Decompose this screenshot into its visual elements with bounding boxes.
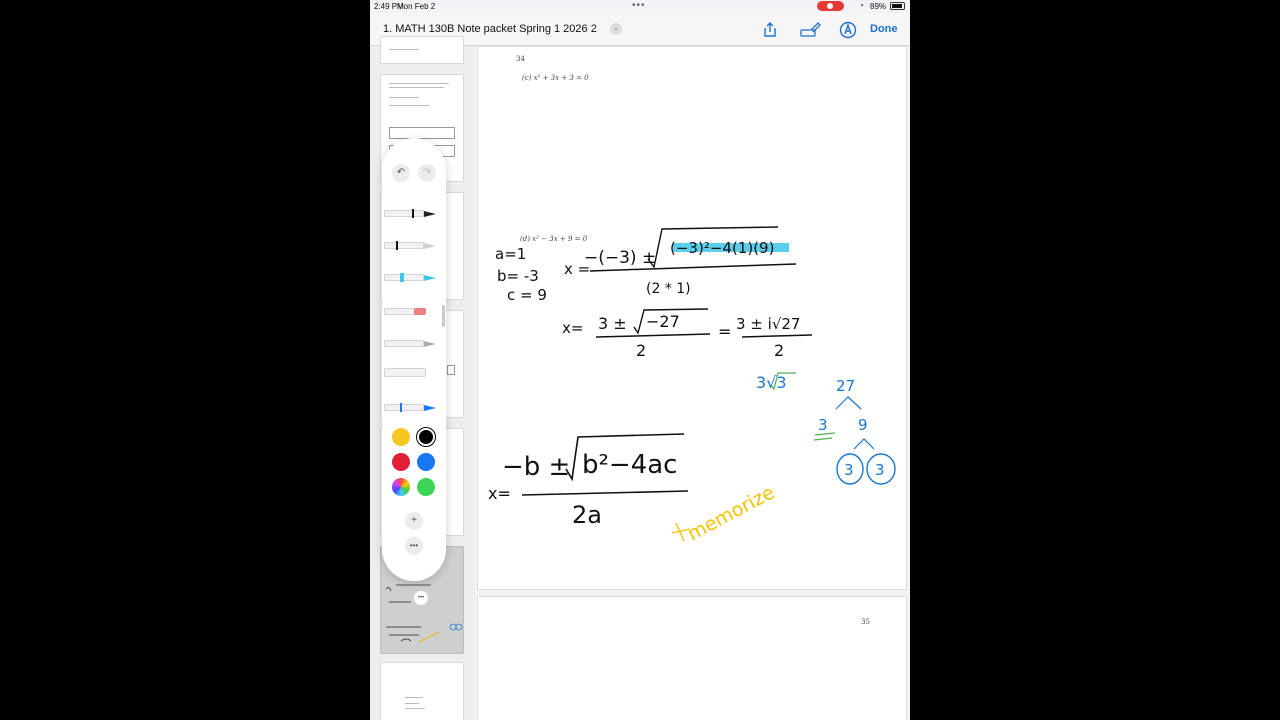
document-title[interactable]: 1. MATH 130B Note packet Spring 1 2026 2 (383, 23, 597, 35)
color-picker-wheel-icon[interactable] (392, 478, 410, 496)
sidebar-scroll-handle[interactable] (442, 305, 445, 327)
color-swatch-yellow[interactable] (392, 428, 410, 446)
markup-pen-icon[interactable] (799, 21, 821, 39)
denominator-2: 2 (636, 341, 646, 360)
formula-x-equals: x= (488, 484, 511, 503)
factor-tree-9: 9 (858, 416, 868, 434)
radicand-2: −27 (646, 312, 680, 331)
ipad-screen: 2:49 PM Mon Feb 2 ••• ◔ 89% 1. MATH 130B… (370, 0, 910, 720)
denominator-1: (2 * 1) (646, 281, 691, 297)
x-equals-2: x= (562, 319, 583, 337)
monoline-tool[interactable] (384, 240, 438, 250)
page-thumbnail[interactable] (380, 662, 464, 720)
radicand-1: (−3)²−4(1)(9) (670, 239, 774, 257)
battery-percent: 89% (870, 2, 887, 11)
factor-tree-3: 3 (818, 416, 828, 434)
formula-fraction-bar (521, 490, 689, 496)
color-swatch-black-selected[interactable] (417, 428, 435, 446)
status-date: Mon Feb 2 (397, 2, 436, 11)
highlighter-tool[interactable] (384, 272, 438, 282)
add-icon[interactable]: + (405, 512, 423, 530)
formula-numerator: −b ± (502, 452, 570, 482)
done-button[interactable]: Done (870, 23, 898, 35)
pdf-page-34[interactable]: 34 (c) x² + 3x + 3 = 0 (d) x² − 3x + 9 =… (477, 46, 907, 590)
more-options-icon[interactable]: ••• (405, 537, 423, 555)
color-swatch-blue[interactable] (417, 453, 435, 471)
pen-tool[interactable] (384, 208, 438, 218)
color-swatch-green[interactable] (417, 478, 435, 496)
pdf-page-35[interactable]: 35 (477, 596, 907, 720)
share-icon[interactable] (761, 21, 779, 39)
screen-recording-icon[interactable] (817, 1, 844, 11)
annotate-icon[interactable] (839, 21, 857, 39)
formula-denominator: 2a (572, 501, 602, 529)
memorize-note: memorize (684, 481, 778, 545)
numerator-2: 3 ± (598, 314, 627, 333)
status-bar: 2:49 PM Mon Feb 2 ••• ◔ 89% (370, 0, 910, 13)
fraction-bar-2 (595, 333, 711, 338)
redo-icon[interactable]: ↷ (418, 164, 436, 182)
eraser-tool[interactable] (384, 306, 438, 316)
three-root-three: 3√3 (756, 373, 787, 392)
numerator-1: −(−3) ± (584, 248, 656, 268)
fountain-pen-tool[interactable] (384, 402, 438, 412)
equals-sign: = (718, 322, 731, 341)
a-value: a=1 (495, 245, 526, 263)
handwriting-layer: a=1 b= -3 c = 9 x = −(−3) ± (−3)²−4(1)(9… (488, 226, 896, 545)
markup-tool-palette: ↶ ↷ + ••• (382, 138, 446, 581)
b-value: b= -3 (497, 267, 539, 285)
denominator-3: 2 (774, 341, 784, 360)
fraction-bar-3 (741, 334, 813, 338)
formula-radicand: b²−4ac (582, 450, 677, 480)
thumbnail-more-icon[interactable]: ••• (414, 591, 428, 605)
numerator-3: 3 ± i√27 (736, 315, 800, 333)
page-number: 35 (861, 618, 870, 626)
green-underline (813, 432, 836, 441)
lasso-tool[interactable] (384, 338, 438, 348)
factor-leaf-2: 3 (875, 461, 885, 479)
undo-icon[interactable]: ↶ (392, 164, 410, 182)
color-swatch-red[interactable] (392, 453, 410, 471)
chevron-down-icon[interactable]: ⌄ (610, 23, 622, 35)
page-thumbnail[interactable] (380, 36, 464, 64)
wifi-icon: ◔ (859, 1, 864, 10)
factor-leaf-1: 3 (844, 461, 854, 479)
c-value: c = 9 (507, 286, 547, 304)
battery-icon (890, 2, 905, 10)
multitask-dots-icon[interactable]: ••• (632, 0, 646, 11)
factor-tree-27: 27 (836, 377, 855, 395)
ruler-tool[interactable] (384, 366, 438, 377)
